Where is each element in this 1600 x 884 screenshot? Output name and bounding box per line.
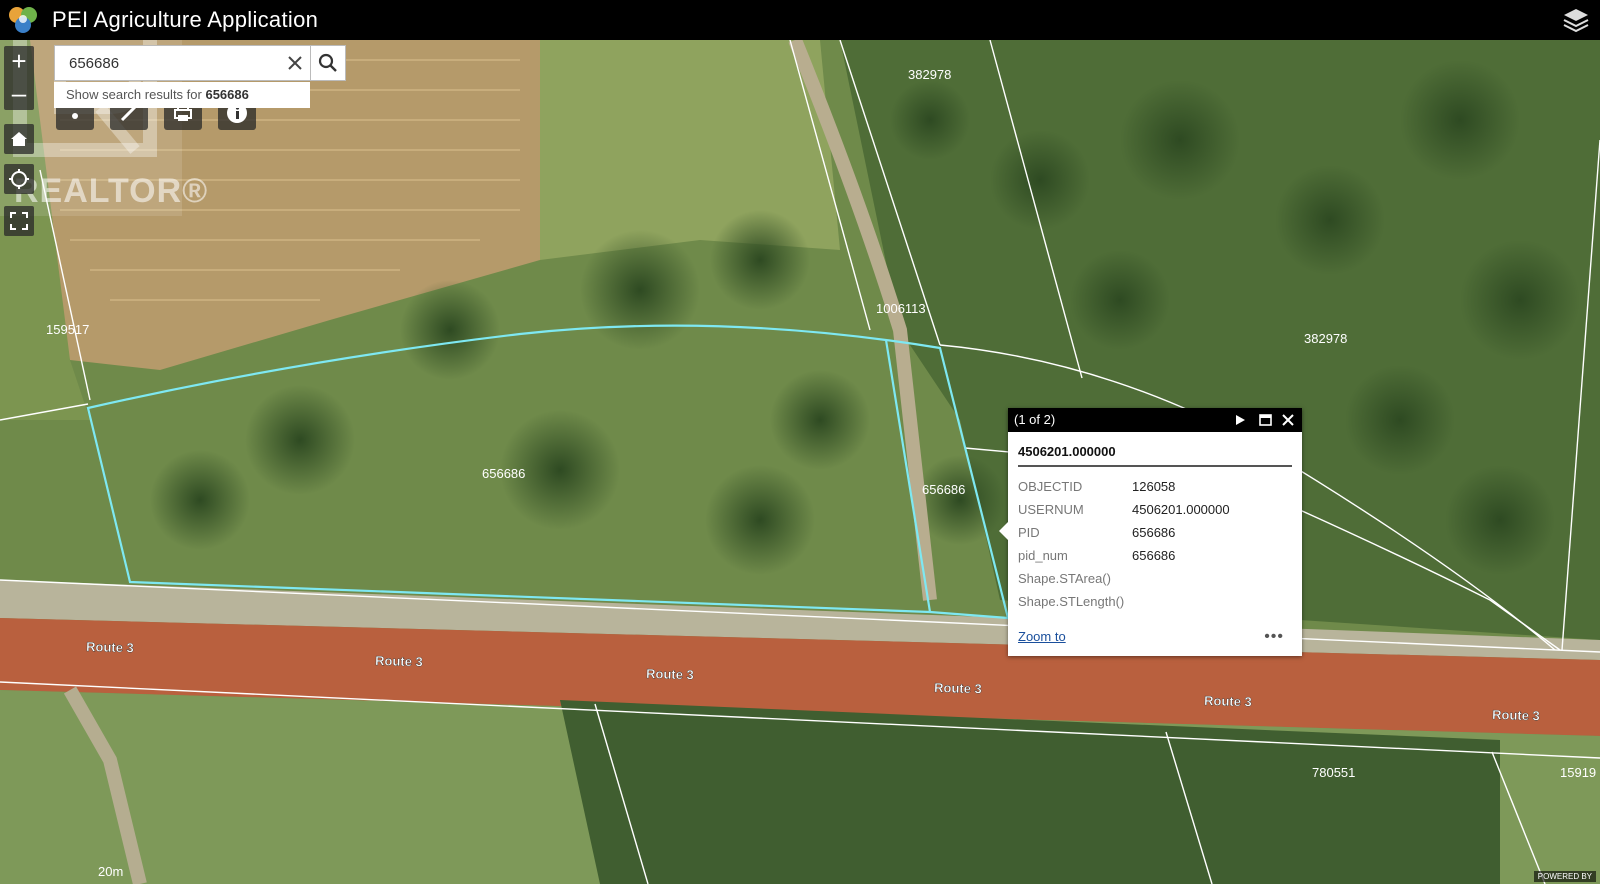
road-label: Route 3	[1204, 693, 1252, 709]
parcel-label: 656686	[482, 466, 525, 481]
table-row: Shape.STLength()	[1018, 590, 1230, 613]
parcel-label: 382978	[908, 67, 951, 82]
scale-bar-label: 20m	[98, 864, 124, 879]
powered-by-label[interactable]: POWERED BY	[1533, 871, 1596, 882]
road-label: Route 3	[646, 666, 694, 682]
attribute-value	[1132, 567, 1230, 590]
next-feature-button[interactable]	[1234, 408, 1246, 432]
search-input[interactable]: 656686	[54, 45, 312, 81]
attribute-key: Shape.STArea()	[1018, 571, 1111, 586]
road-label: Route 3	[1492, 707, 1540, 723]
attribute-value: 4506201.000000	[1132, 502, 1230, 517]
parcel-label: 1006113	[876, 301, 926, 316]
table-row: Shape.STArea()	[1018, 567, 1230, 590]
search-suggestion[interactable]: Show search results for 656686	[54, 82, 310, 108]
attribute-key: pid_num	[1018, 548, 1068, 563]
zoom-control: + –	[4, 46, 34, 110]
app-title: PEI Agriculture Application	[52, 7, 319, 32]
zoom-in-button[interactable]: +	[4, 46, 34, 78]
table-row: pid_num 656686	[1018, 544, 1230, 567]
close-icon[interactable]	[284, 52, 306, 74]
table-row: PID 656686	[1018, 521, 1230, 544]
locate-icon	[9, 169, 29, 189]
feature-popup: (1 of 2) 4506201.000000 OBJECTID 126058 U…	[999, 408, 1302, 656]
popup-pointer	[999, 522, 1008, 540]
home-button[interactable]	[4, 124, 34, 154]
attribute-key: OBJECTID	[1018, 479, 1083, 494]
attribute-key: PID	[1018, 525, 1040, 540]
road-label: Route 3	[934, 680, 982, 696]
close-icon	[1282, 414, 1294, 426]
maximize-button[interactable]	[1259, 408, 1272, 432]
search-button[interactable]	[311, 45, 346, 81]
attribute-key: Shape.STLength()	[1018, 594, 1125, 609]
search-suggestion-prefix: Show search results for	[66, 87, 202, 102]
search-suggestion-term: 656686	[205, 87, 249, 102]
road-label: Route 3	[86, 639, 134, 655]
zoom-out-button[interactable]: –	[4, 78, 34, 110]
zoom-to-link[interactable]: Zoom to	[1018, 629, 1066, 644]
parcel-label: 382978	[1304, 331, 1347, 346]
fullscreen-button[interactable]	[4, 206, 34, 236]
attribute-value: 656686	[1132, 525, 1176, 540]
map-canvas[interactable]: 382978 1006113 382978 159517 656686 6566…	[0, 0, 1600, 884]
attribute-value: 126058	[1132, 479, 1176, 494]
popup-counter: (1 of 2)	[1014, 412, 1056, 427]
home-icon	[11, 132, 27, 146]
road-label: Route 3	[375, 653, 423, 669]
maximize-icon	[1259, 414, 1272, 426]
attribute-key: USERNUM	[1018, 502, 1084, 517]
play-icon	[1236, 415, 1245, 425]
parcel-label: 656686	[922, 482, 965, 497]
parcel-label: 159517	[46, 322, 89, 337]
layers-icon[interactable]	[1562, 6, 1590, 34]
search-widget: 656686	[54, 45, 346, 81]
parcel-label: 780551	[1312, 765, 1355, 780]
parcel-label: 15919	[1560, 765, 1596, 780]
search-input-value: 656686	[69, 54, 120, 72]
app-logo-icon	[6, 3, 40, 37]
fullscreen-icon	[10, 212, 28, 230]
app-header: PEI Agriculture Application	[0, 0, 1600, 40]
popup-header: (1 of 2)	[1008, 408, 1302, 432]
table-row: USERNUM 4506201.000000	[1018, 498, 1230, 521]
attribute-value	[1132, 590, 1230, 613]
locate-button[interactable]	[4, 164, 34, 194]
realtor-watermark-text: REALTOR®	[14, 172, 209, 210]
table-row: OBJECTID 126058	[1018, 475, 1230, 498]
popup-feature-title: 4506201.000000	[1018, 444, 1292, 467]
search-icon	[318, 53, 337, 72]
attribute-value: 656686	[1132, 548, 1176, 563]
popup-attribute-table: OBJECTID 126058 USERNUM 4506201.000000 PID…	[1018, 475, 1230, 613]
more-actions-button[interactable]: •••	[1264, 628, 1284, 646]
close-popup-button[interactable]	[1282, 408, 1294, 432]
